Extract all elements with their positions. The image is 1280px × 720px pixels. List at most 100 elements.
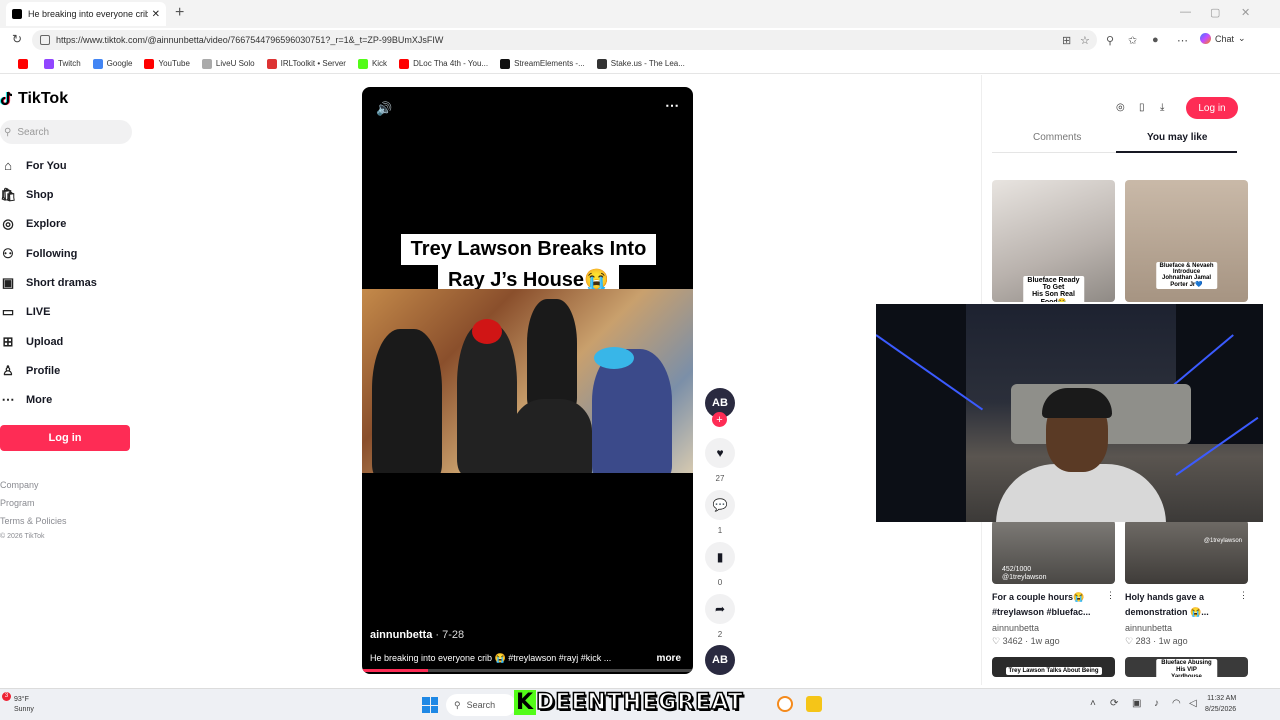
nav-label: Profile [26,365,61,377]
recommended-video-thumbnail[interactable]: @1treylawson [1125,520,1248,584]
recommended-video-thumbnail[interactable]: Blueface Ready To Get His Son Real Food😂 [992,180,1115,302]
share-arrow-icon[interactable]: ➦ [705,594,735,624]
nav-item-live[interactable]: ▭ LIVE [0,304,51,320]
home-icon: ⌂ [4,158,12,173]
nav-item-more[interactable]: ⋯ More [0,392,53,408]
video-username[interactable]: ainnunbetta [370,629,432,641]
split-screen-icon[interactable]: ⊞ [1062,34,1071,47]
compass-icon[interactable]: ◎ [1116,102,1125,113]
tab-you-may-like[interactable]: You may like [1147,132,1207,143]
card-author[interactable]: ainnunbetta [1125,623,1172,633]
tray-volume-icon[interactable]: ◁ [1189,698,1197,709]
new-tab-icon[interactable]: + [175,4,184,22]
card-title[interactable]: #treylawson #bluefac... [992,605,1091,620]
recommended-video-thumbnail[interactable]: Trey Lawson Talks About Being [992,657,1115,677]
maximize-icon[interactable]: ▢ [1210,6,1220,19]
browser-app-icon[interactable] [777,696,793,712]
bookmark-item[interactable]: StreamElements -... [500,58,585,69]
video-more-options-icon[interactable]: ⋯ [665,97,679,114]
favorites-icon[interactable]: ✩ [1128,34,1137,47]
bookmark-label: IRLToolkit • Server [280,59,346,68]
weather-condition: Sunny [14,706,34,713]
search-icon: ⚲ [4,126,12,138]
taskbar-clock[interactable]: 11:32 AM 8/25/2026 [1205,693,1236,715]
video-date: · 7-28 [432,629,465,641]
bookmark-favicon-icon [500,58,511,69]
tiktok-search-input[interactable]: ⚲ Search [0,120,132,144]
follow-plus-icon[interactable]: + [712,412,727,427]
sidebar-login-button[interactable]: Log in [0,425,130,451]
recommended-video-thumbnail[interactable]: Blueface & Nevaeh Introduce Johnathan Ja… [1125,180,1248,302]
tray-mic-icon[interactable]: ♪ [1154,698,1159,709]
browser-menu-icon[interactable]: ⋯ [1177,34,1188,47]
card-more-icon[interactable]: ⋮ [1239,590,1248,601]
download-icon[interactable]: ⤓ [1160,102,1164,113]
window-close-icon[interactable]: ✕ [1241,6,1250,19]
bookmark-item[interactable]: LiveU Solo [201,58,255,69]
nav-item-profile[interactable]: ♙ Profile [0,363,60,379]
card-more-icon[interactable]: ⋮ [1106,590,1115,601]
profile-avatar-icon[interactable]: ● [1152,34,1159,46]
bookmark-favicon-icon [266,58,277,69]
footer-company-link[interactable]: Company [0,480,39,490]
nav-item-upload[interactable]: ⊞ Upload [0,334,64,350]
header-login-button[interactable]: Log in [1186,97,1238,119]
description-more-link[interactable]: more [657,653,681,664]
video-player[interactable]: 🔊 ⋯ Trey Lawson Breaks Into Ray J’s Hous… [362,87,693,674]
bookmark-item[interactable]: Twitch [44,58,81,69]
tray-app-icon[interactable]: ▣ [1132,698,1141,709]
nav-item-short-dramas[interactable]: ▣ Short dramas [0,275,97,291]
favorite-star-icon[interactable]: ☆ [1080,34,1090,47]
extension-icon[interactable]: ⚲ [1106,34,1114,47]
thumbnail-overlay-text: 452/1000 @1treylawson [1002,566,1047,581]
copilot-chat-button[interactable]: Chat ⌄ [1200,33,1246,44]
video-progress-bar[interactable] [362,669,693,672]
chevron-down-icon: ⌄ [1238,33,1246,43]
taskbar-search[interactable]: ⚲ Search [446,694,516,716]
nav-item-explore[interactable]: ◎ Explore [0,216,66,232]
webcam-person-cap [1042,388,1112,418]
windows-start-icon[interactable] [422,697,438,713]
sound-avatar[interactable]: AB [705,645,735,675]
address-bar[interactable]: https://www.tiktok.com/@ainnunbetta/vide… [32,30,1097,50]
footer-program-link[interactable]: Program [0,498,35,508]
weather-temp: 93°F [14,696,29,703]
bookmark-item[interactable]: IRLToolkit • Server [266,58,346,69]
bookmark-item[interactable]: Stake.us - The Lea... [596,58,685,69]
tray-chevron-icon[interactable]: ˄ [1090,698,1096,709]
video-author[interactable]: ainnunbetta · 7-28 [370,629,464,641]
card-title[interactable]: Holy hands gave a [1125,590,1204,605]
bookmark-item[interactable] [18,58,32,69]
bookmark-item[interactable]: Google [92,58,132,69]
tiktok-logo[interactable]: TikTok [0,90,68,108]
recommended-video-thumbnail[interactable]: 452/1000 @1treylawson [992,520,1115,584]
browser-tab[interactable]: He breaking into everyone crib 😭 ✕ [6,2,166,26]
minimize-icon[interactable]: — [1180,6,1191,18]
nav-item-for-you[interactable]: ⌂ For You [0,158,66,173]
tab-close-icon[interactable]: ✕ [152,9,160,20]
tab-comments[interactable]: Comments [1033,132,1081,143]
volume-icon[interactable]: 🔊 [376,101,392,117]
bookmark-item[interactable]: YouTube [144,58,190,69]
weather-widget[interactable]: 93°F Sunny [14,695,34,715]
bookmark-item[interactable]: Kick [357,58,387,69]
card-title[interactable]: For a couple hours😭 [992,590,1084,605]
bookmark-item[interactable]: DLoc Tha 4th - You... [399,58,488,69]
like-heart-icon[interactable]: ♥ [705,438,735,468]
thumbnail-overlay-text: @1treylawson [1203,538,1242,544]
card-title[interactable]: demonstration 😭... [1125,605,1209,620]
nav-item-shop[interactable]: 🛍 Shop [0,187,54,203]
reload-icon[interactable]: ↻ [12,32,22,46]
card-author[interactable]: ainnunbetta [992,623,1039,633]
site-info-icon[interactable] [40,35,50,45]
tray-wifi-icon[interactable]: ◠ [1172,698,1181,709]
tray-network-icon[interactable]: ⟳ [1110,698,1118,709]
recommended-video-thumbnail[interactable]: Blueface Abusing His VIP Yardhouse Treat… [1125,657,1248,677]
comment-icon[interactable]: 💬 [705,490,735,520]
phone-icon[interactable]: ▯ [1139,102,1145,113]
nav-item-following[interactable]: ⚇ Following [0,246,77,262]
bookmark-icon[interactable]: ▮ [705,542,735,572]
footer-terms-link[interactable]: Terms & Policies [0,516,67,526]
nav-label: Explore [26,218,67,230]
file-explorer-icon[interactable] [806,696,822,712]
